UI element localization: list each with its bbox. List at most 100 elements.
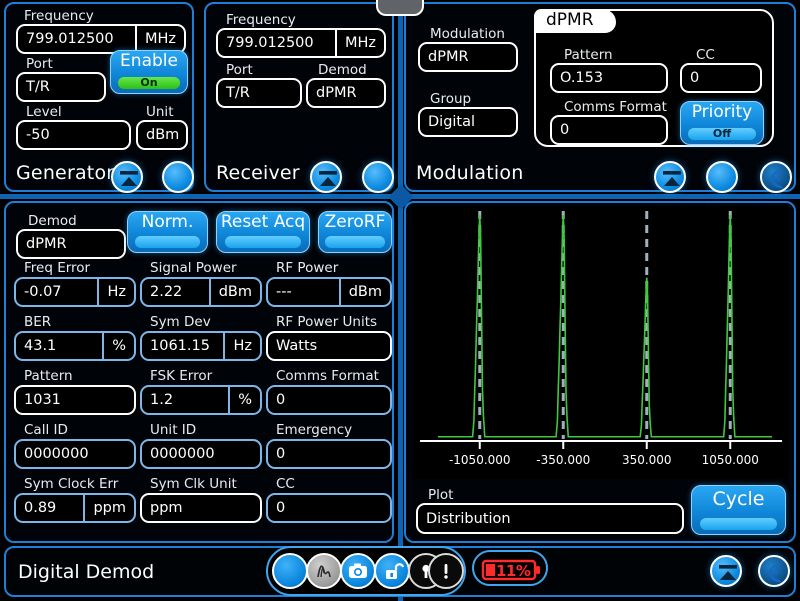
camera-icon: [349, 563, 367, 578]
dpmr-cc-field[interactable]: 0: [680, 63, 762, 93]
demod-field-label: Unit ID: [150, 422, 197, 438]
dpmr-group-title: dPMR: [534, 9, 616, 33]
demod-field-rf-power[interactable]: --- dBm: [266, 277, 392, 307]
demod-field-unit: ppm: [83, 495, 134, 521]
reset-acq-button-label: Reset Acq: [220, 212, 306, 232]
demod-field-rf-power-units[interactable]: Watts: [266, 331, 392, 361]
demod-field-ber[interactable]: 43.1%: [14, 331, 136, 361]
digital-demod-panel: Demod dPMR Norm. Reset Acq ZeroRF Freq E…: [4, 201, 394, 543]
generator-level-field[interactable]: -50: [16, 120, 131, 150]
norm-button-label: Norm.: [141, 212, 194, 232]
unlock-icon: [386, 563, 404, 579]
demod-field-signal-power[interactable]: 2.22 dBm: [140, 277, 262, 307]
demod-field-fsk-error[interactable]: 1.2%: [140, 385, 262, 415]
demod-field-sym-clk-unit[interactable]: ppm: [140, 493, 262, 523]
demod-field-value: -0.07: [24, 284, 62, 300]
distribution-chart[interactable]: -1050.000 -350.000 350.000 1050.000: [412, 207, 788, 479]
generator-level-label: Level: [26, 104, 62, 120]
demod-field-pattern[interactable]: 1031: [14, 385, 136, 415]
unlock-icon-button[interactable]: [374, 553, 410, 589]
modulation-collapse-button[interactable]: [654, 161, 686, 193]
generator-collapse-button[interactable]: [111, 161, 143, 193]
generator-enable-button[interactable]: Enable On: [110, 50, 188, 94]
demod-label: Demod: [28, 213, 77, 229]
receiver-frequency-field[interactable]: 799.012500 MHz: [216, 28, 386, 58]
dpmr-comms-format-field[interactable]: 0: [550, 115, 668, 145]
demod-field-freq-error[interactable]: -0.07 Hz: [14, 277, 136, 307]
demod-field-label: Freq Error: [24, 260, 91, 276]
demod-field-value: 1.2: [150, 392, 174, 408]
waveform-icon: [317, 565, 331, 578]
receiver-menu-button[interactable]: [362, 161, 394, 193]
x-axis-tick-label: 350.000: [622, 453, 672, 467]
receiver-frequency-value: 799.012500: [226, 35, 314, 51]
generator-menu-button[interactable]: [162, 161, 194, 193]
modulation-panel-title: Modulation: [416, 162, 524, 184]
reset-acq-button[interactable]: Reset Acq: [216, 211, 310, 253]
modulation-group-field[interactable]: Digital: [418, 107, 518, 137]
dpmr-comms-format-label: Comms Format: [564, 99, 667, 115]
receiver-frequency-label: Frequency: [226, 12, 296, 28]
modulation-power-button[interactable]: [760, 161, 792, 193]
receiver-collapse-button[interactable]: [310, 161, 342, 193]
battery-indicator[interactable]: 11%: [472, 550, 548, 586]
modulation-label: Modulation: [430, 26, 505, 42]
statusbar-collapse-button[interactable]: [710, 555, 742, 587]
top-notch-tab[interactable]: [376, 0, 424, 16]
plot-label: Plot: [428, 487, 454, 503]
generator-unit-label: Unit: [146, 104, 174, 120]
receiver-panel: Frequency 799.012500 MHz Port T/R Demod …: [204, 2, 394, 193]
power-icon: [769, 564, 781, 583]
collapse-icon: [719, 565, 737, 580]
demod-field-unit-id[interactable]: 0000000: [140, 439, 262, 469]
generator-unit-field[interactable]: dBm: [136, 120, 188, 150]
demod-field-unit: dBm: [338, 279, 390, 305]
norm-button-led: [135, 236, 200, 248]
demod-field-call-id[interactable]: 0000000: [14, 439, 136, 469]
status-bar: Digital Demod: [4, 546, 796, 597]
dpmr-cc-label: CC: [696, 47, 715, 63]
modulation-menu-button[interactable]: [706, 161, 738, 193]
status-icon-tray: [266, 546, 466, 596]
warning-icon-button[interactable]: [428, 553, 464, 589]
demod-field[interactable]: dPMR: [16, 229, 126, 259]
modulation-panel: Modulation dPMR Group Digital dPMR Patte…: [404, 2, 796, 193]
demod-field-comms-format[interactable]: 0: [266, 385, 392, 415]
zerorf-button[interactable]: ZeroRF: [318, 211, 392, 253]
demod-field-value: 1061.15: [150, 338, 210, 354]
distribution-trace: [438, 214, 772, 438]
demod-field-sym-clock-err[interactable]: 0.89 ppm: [14, 493, 136, 523]
demod-field-unit: %: [102, 333, 134, 359]
demod-field-cc[interactable]: 0: [266, 493, 392, 523]
cycle-button[interactable]: Cycle: [691, 485, 786, 535]
dpmr-pattern-label: Pattern: [564, 47, 613, 63]
receiver-port-label: Port: [226, 62, 253, 78]
norm-button[interactable]: Norm.: [127, 211, 208, 253]
collapse-icon: [663, 171, 681, 186]
receiver-demod-field[interactable]: dPMR: [306, 78, 386, 108]
demod-field-sym-dev[interactable]: 1061.15 Hz: [140, 331, 262, 361]
dpmr-priority-button[interactable]: Priority Off: [680, 101, 764, 145]
demod-field-emergency[interactable]: 0: [266, 439, 392, 469]
demod-field-unit: Hz: [97, 279, 134, 305]
zerorf-button-label: ZeroRF: [324, 212, 386, 232]
generator-enable-state: On: [140, 76, 158, 89]
plot-select-field[interactable]: Distribution: [416, 503, 684, 534]
blank-icon-button[interactable]: [272, 553, 308, 589]
statusbar-power-button[interactable]: [758, 555, 790, 587]
receiver-port-field[interactable]: T/R: [216, 78, 302, 108]
vertical-divider: [398, 0, 403, 601]
camera-icon-button[interactable]: [340, 553, 376, 589]
waveform-icon-button[interactable]: [306, 553, 342, 589]
generator-port-field[interactable]: T/R: [16, 72, 106, 102]
generator-panel-title: Generator: [16, 162, 115, 184]
demod-field-value: 2.22: [150, 284, 183, 300]
modulation-field[interactable]: dPMR: [418, 42, 518, 72]
demod-field-label: RF Power Units: [276, 314, 378, 330]
demod-field-label: Comms Format: [276, 368, 379, 384]
demod-field-label: RF Power: [276, 260, 339, 276]
dpmr-pattern-field[interactable]: O.153: [550, 63, 668, 93]
cycle-button-led: [700, 518, 777, 530]
demod-field-label: BER: [24, 314, 52, 330]
demod-field-label: CC: [276, 476, 295, 492]
